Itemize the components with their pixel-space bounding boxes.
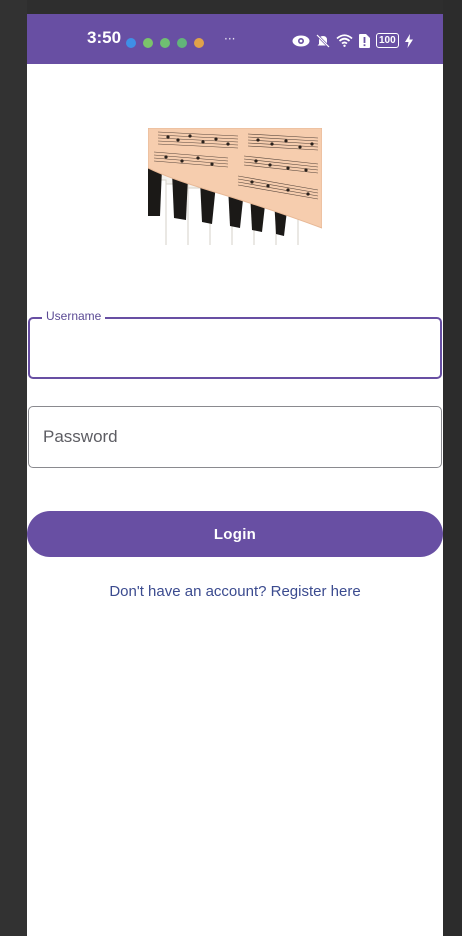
app-notification-icon [126,38,136,48]
status-time: 3:50 [87,28,122,47]
mute-icon [316,33,330,48]
app-screen: 3:50 ··· 100 Username Login Don't have a… [27,14,443,936]
register-link[interactable]: Don't have an account? Register here [27,583,443,600]
password-field[interactable] [28,406,442,468]
sim-alert-icon [359,33,370,48]
battery-icon: 100 [376,33,399,48]
device-frame-right [443,0,462,936]
more-notifications-icon: ··· [224,32,236,46]
login-button[interactable]: Login [27,511,443,557]
notification-icons [126,38,204,48]
app-notification-icon [160,38,170,48]
device-frame-left [0,0,27,936]
username-input[interactable] [44,319,424,377]
app-notification-icon [143,38,153,48]
eye-icon [292,35,310,47]
device-frame-top [0,0,462,14]
charging-icon [404,33,413,48]
wifi-icon [336,34,353,47]
sheet-music-piano-image [148,128,322,245]
status-icons: 100 [292,33,413,48]
app-notification-icon [194,38,204,48]
username-field[interactable]: Username [28,309,442,379]
app-notification-icon [177,38,187,48]
password-input[interactable] [43,407,423,467]
status-bar: 3:50 ··· 100 [27,14,443,64]
